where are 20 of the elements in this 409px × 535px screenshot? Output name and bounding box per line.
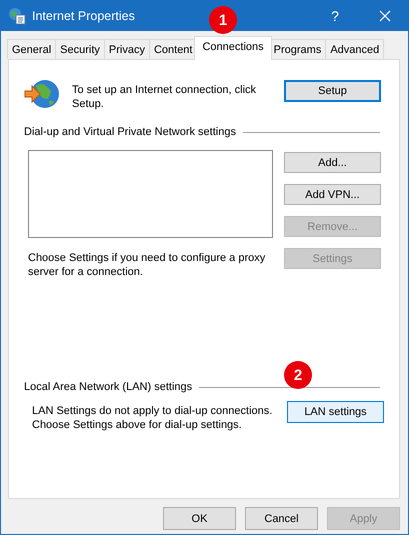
group-heading: Dial-up and Virtual Private Network settings (24, 126, 236, 138)
proxy-text: Choose Settings if you need to configure a proxy server for a connection. (28, 251, 266, 279)
add-button[interactable]: Add... (284, 152, 381, 173)
setup-text: To set up an Internet connection, click Setup. (72, 83, 258, 111)
ok-button[interactable]: OK (163, 507, 236, 530)
lan-settings-button[interactable]: LAN settings (287, 401, 384, 423)
group-heading: Local Area Network (LAN) settings (24, 381, 192, 393)
window-title: Internet Properties (32, 9, 135, 23)
add-vpn-button[interactable]: Add VPN... (284, 184, 381, 205)
tab[interactable]: Connections (194, 36, 272, 60)
tab[interactable]: General (7, 39, 56, 59)
help-button[interactable]: ? (322, 8, 348, 24)
setup-button[interactable]: Setup (284, 80, 381, 102)
close-icon (379, 10, 391, 22)
connection-list[interactable] (28, 150, 273, 238)
lan-text: LAN Settings do not apply to dial-up connections. Choose Settings above for dial-up settings. (32, 404, 272, 432)
globe-icon (24, 77, 60, 111)
globe-document-icon (8, 7, 26, 25)
tab[interactable]: Advanced (325, 39, 384, 59)
cancel-button[interactable]: Cancel (245, 507, 318, 530)
